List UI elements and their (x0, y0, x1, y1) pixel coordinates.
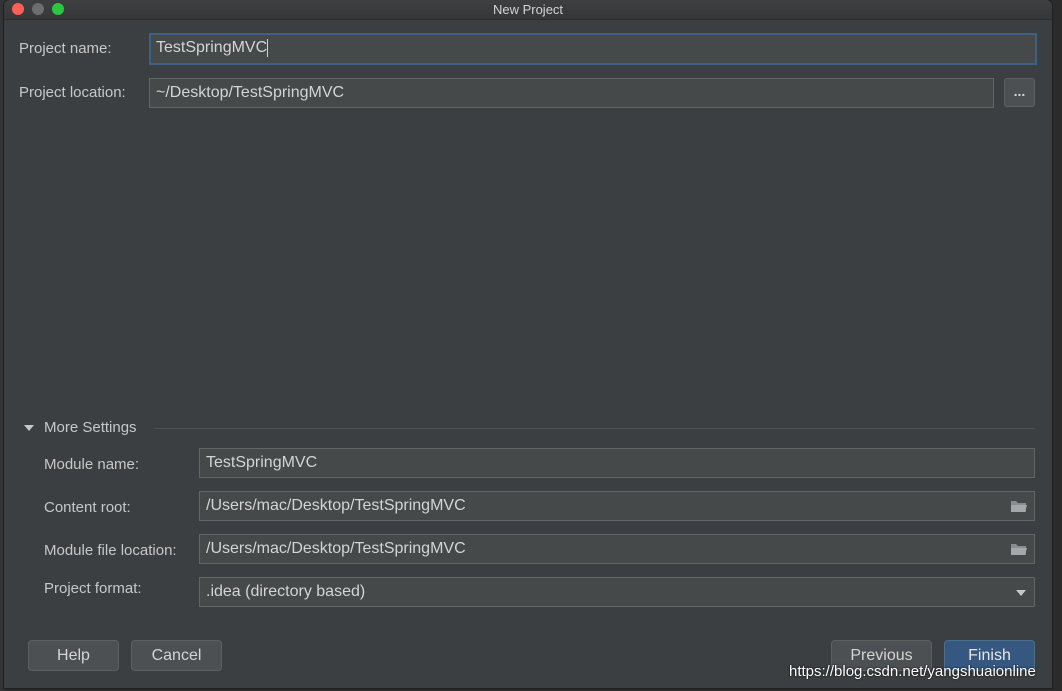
title-bar: New Project (4, 0, 1052, 20)
module-file-location-value: /Users/mac/Desktop/TestSpringMVC (206, 540, 466, 557)
project-location-value: ~/Desktop/TestSpringMVC (156, 84, 345, 101)
folder-icon[interactable] (1010, 499, 1028, 513)
text-caret (267, 38, 269, 57)
new-project-dialog: New Project Project name: TestSpringMVC … (4, 0, 1052, 688)
cancel-button[interactable]: Cancel (131, 640, 222, 671)
module-file-location-input[interactable]: /Users/mac/Desktop/TestSpringMVC (199, 534, 1035, 564)
project-name-value: TestSpringMVC (156, 39, 268, 56)
module-name-value: TestSpringMVC (206, 454, 318, 471)
project-name-label: Project name: (19, 40, 112, 57)
module-name-input[interactable]: TestSpringMVC (199, 448, 1035, 478)
folder-icon[interactable] (1010, 542, 1028, 556)
browse-location-button[interactable]: ... (1004, 78, 1035, 107)
content-root-input[interactable]: /Users/mac/Desktop/TestSpringMVC (199, 491, 1035, 521)
content-root-value: /Users/mac/Desktop/TestSpringMVC (206, 497, 466, 514)
more-settings-heading: More Settings (44, 419, 137, 436)
triangle-down-icon (24, 425, 34, 431)
section-divider (154, 428, 1035, 429)
content-root-label: Content root: (44, 499, 131, 516)
project-location-label: Project location: (19, 84, 126, 101)
module-file-location-label: Module file location: (44, 542, 177, 559)
project-location-input[interactable]: ~/Desktop/TestSpringMVC (149, 78, 994, 108)
module-name-label: Module name: (44, 456, 140, 473)
project-format-label: Project format: (44, 580, 142, 597)
project-name-input[interactable]: TestSpringMVC (149, 33, 1037, 65)
project-format-select[interactable]: .idea (directory based) (199, 577, 1035, 607)
help-button[interactable]: Help (28, 640, 119, 671)
window-title: New Project (492, 2, 564, 17)
project-format-value: .idea (directory based) (206, 583, 366, 600)
watermark-url: https://blog.csdn.net/yangshuaionline (789, 663, 1036, 680)
chevron-down-icon (1016, 590, 1026, 596)
